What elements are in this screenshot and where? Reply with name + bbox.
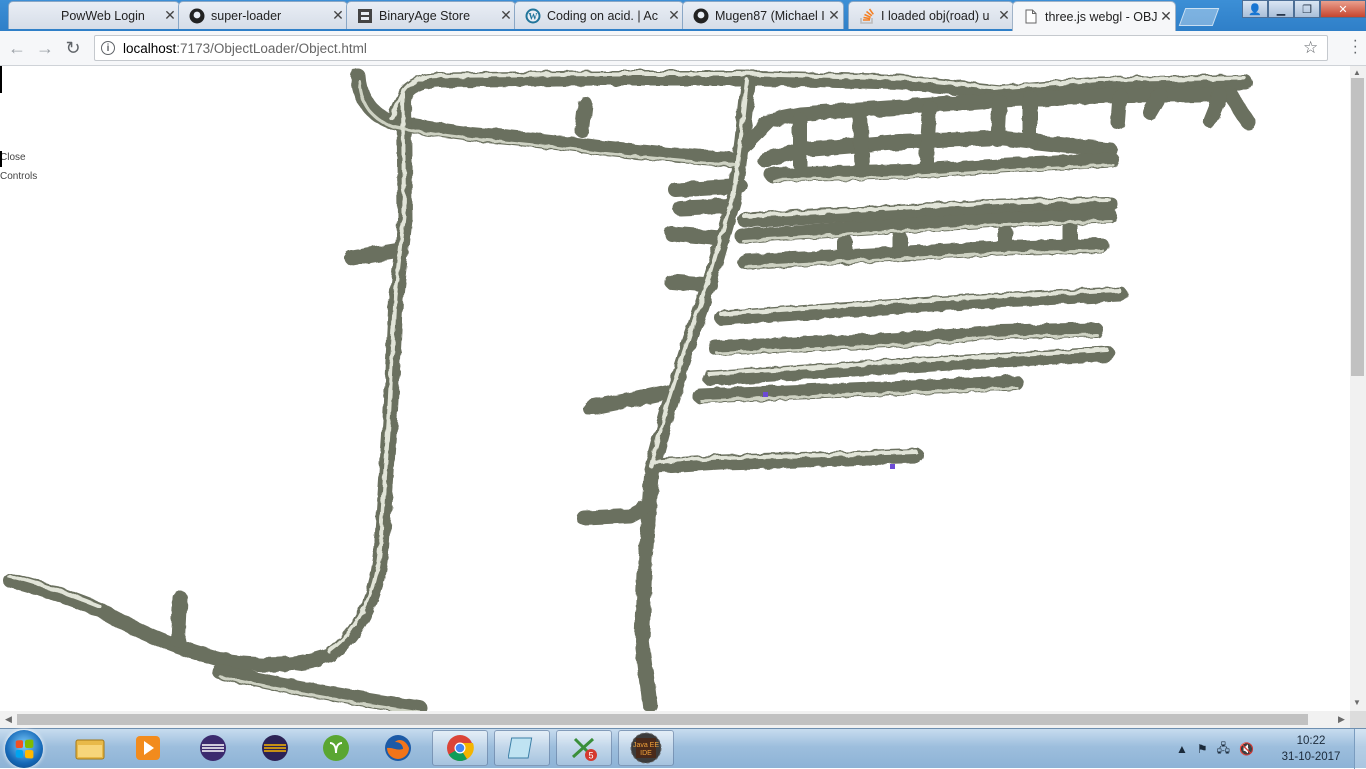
- binaryage-icon: [357, 8, 373, 24]
- eclipse-icon[interactable]: [185, 730, 241, 766]
- svg-text:Java EE: Java EE: [633, 742, 659, 749]
- tab-close-icon[interactable]: ✕: [825, 7, 843, 24]
- action-center-flag-icon[interactable]: ⚑: [1197, 742, 1208, 756]
- media-player-icon[interactable]: [120, 730, 176, 766]
- star-icon[interactable]: ☆: [1303, 38, 1323, 58]
- marker-icon: [890, 464, 895, 469]
- kebab-menu-icon[interactable]: · · ·: [1353, 33, 1358, 61]
- network-icon[interactable]: 🖧: [1217, 739, 1230, 760]
- webgl-canvas[interactable]: [0, 66, 1350, 711]
- github-icon: [189, 8, 205, 24]
- url-host: localhost: [123, 40, 177, 56]
- tab-close-icon[interactable]: ✕: [161, 7, 179, 24]
- profile-icon[interactable]: 👤: [1242, 0, 1268, 18]
- tab-title: three.js webgl - OBJ: [1045, 9, 1157, 24]
- address-bar[interactable]: i localhost:7173/ObjectLoader/Object.htm…: [94, 35, 1328, 61]
- browser-toolbar: ← → ↻ i localhost:7173/ObjectLoader/Obje…: [0, 31, 1366, 66]
- start-button[interactable]: [5, 730, 43, 768]
- windows-taskbar: 5 Java EE IDE ▲ ⚑ 🖧 🔇 10:22 31-10-2017: [0, 728, 1366, 769]
- tab-title: PowWeb Login: [61, 8, 145, 23]
- svg-text:W: W: [529, 11, 538, 21]
- show-desktop-button[interactable]: [1354, 729, 1366, 769]
- tab-super-loader[interactable]: super-loader ✕: [178, 1, 348, 29]
- vertical-scrollbar[interactable]: ▲ ▼: [1350, 66, 1366, 711]
- maximize-icon[interactable]: ❐: [1294, 0, 1320, 18]
- scroll-right-icon[interactable]: ▶: [1338, 714, 1345, 725]
- wordpress-icon: W: [525, 8, 541, 24]
- road-network-render: [2, 68, 1256, 711]
- scroll-down-icon[interactable]: ▼: [1353, 698, 1361, 707]
- tab-close-icon[interactable]: ✕: [995, 7, 1013, 24]
- tab-title: BinaryAge Store: [379, 8, 471, 23]
- tab-title: I loaded obj(road) u: [881, 8, 990, 23]
- tab-title: Mugen87 (Michael I: [715, 8, 825, 23]
- svg-text:IDE: IDE: [640, 750, 652, 757]
- taskbar-badge: 5: [588, 751, 593, 761]
- taskbar-clock[interactable]: 10:22 31-10-2017: [1276, 733, 1346, 765]
- stackoverflow-icon: [859, 8, 875, 24]
- tab-close-icon[interactable]: ✕: [329, 7, 347, 24]
- sourcetree-icon[interactable]: [308, 730, 364, 766]
- scrollbar-thumb[interactable]: [17, 714, 1308, 725]
- gui-close-button[interactable]: Close: [0, 151, 26, 167]
- firefox-icon[interactable]: [370, 730, 426, 766]
- tab-powweb-login[interactable]: PowWeb Login ✕: [8, 1, 180, 29]
- scrollbar-corner: [1350, 711, 1366, 728]
- clock-date: 31-10-2017: [1281, 751, 1341, 763]
- tab-binaryage-store[interactable]: BinaryAge Store ✕: [346, 1, 516, 29]
- windows-logo-icon: [15, 739, 34, 759]
- tab-close-icon[interactable]: ✕: [1157, 8, 1175, 25]
- system-tray: ▲ ⚑ 🖧 🔇: [1176, 729, 1254, 769]
- url-path: :7173/ObjectLoader/Object.html: [176, 40, 367, 56]
- tab-close-icon[interactable]: ✕: [497, 7, 515, 24]
- scroll-up-icon[interactable]: ▲: [1353, 68, 1361, 77]
- minimize-icon[interactable]: ▁: [1268, 0, 1294, 18]
- snipping-tool-icon[interactable]: 5: [556, 730, 612, 766]
- marker-icon: [763, 392, 768, 397]
- tab-coding-on-acid[interactable]: W Coding on acid. | Ac ✕: [514, 1, 684, 29]
- scrollbar-thumb[interactable]: [1351, 78, 1364, 376]
- tab-title: super-loader: [211, 8, 282, 23]
- clock-time: 10:22: [1296, 735, 1326, 747]
- tab-strip: PowWeb Login ✕ super-loader ✕ BinaryAge …: [0, 0, 1366, 31]
- tab-threejs-webgl[interactable]: three.js webgl - OBJ ✕: [1012, 1, 1176, 31]
- url-text[interactable]: localhost:7173/ObjectLoader/Object.html: [123, 41, 1303, 56]
- show-hidden-icons-icon[interactable]: ▲: [1176, 742, 1188, 756]
- tab-stackoverflow[interactable]: I loaded obj(road) u ✕: [848, 1, 1014, 29]
- page-icon: [1023, 9, 1039, 25]
- windows-explorer-icon[interactable]: [62, 730, 118, 766]
- volume-muted-icon[interactable]: 🔇: [1239, 742, 1254, 756]
- back-arrow-icon[interactable]: ←: [6, 37, 28, 59]
- tab-mugen87[interactable]: Mugen87 (Michael I ✕: [682, 1, 844, 29]
- info-icon[interactable]: i: [101, 41, 115, 55]
- scroll-left-icon[interactable]: ◀: [5, 714, 12, 725]
- window-controls: 👤 ▁ ❐ ✕: [1242, 0, 1366, 18]
- road-body: [2, 68, 1256, 711]
- text-cursor: [0, 66, 2, 93]
- horizontal-scrollbar[interactable]: ◀ ▶: [0, 711, 1350, 728]
- close-icon[interactable]: ✕: [1320, 0, 1366, 18]
- eclipse-purple-icon[interactable]: [247, 730, 303, 766]
- tab-title: Coding on acid. | Ac: [547, 8, 658, 23]
- blank-icon: [19, 8, 35, 24]
- reload-icon[interactable]: ↻: [62, 37, 84, 59]
- gui-controls-label[interactable]: Controls: [0, 171, 37, 182]
- tab-close-icon[interactable]: ✕: [665, 7, 683, 24]
- notepad-icon[interactable]: [494, 730, 550, 766]
- new-tab-button[interactable]: [1178, 8, 1220, 26]
- chrome-icon[interactable]: [432, 730, 488, 766]
- forward-arrow-icon[interactable]: →: [34, 37, 56, 59]
- github-icon: [693, 8, 709, 24]
- java-ee-ide-icon[interactable]: Java EE IDE: [618, 730, 674, 766]
